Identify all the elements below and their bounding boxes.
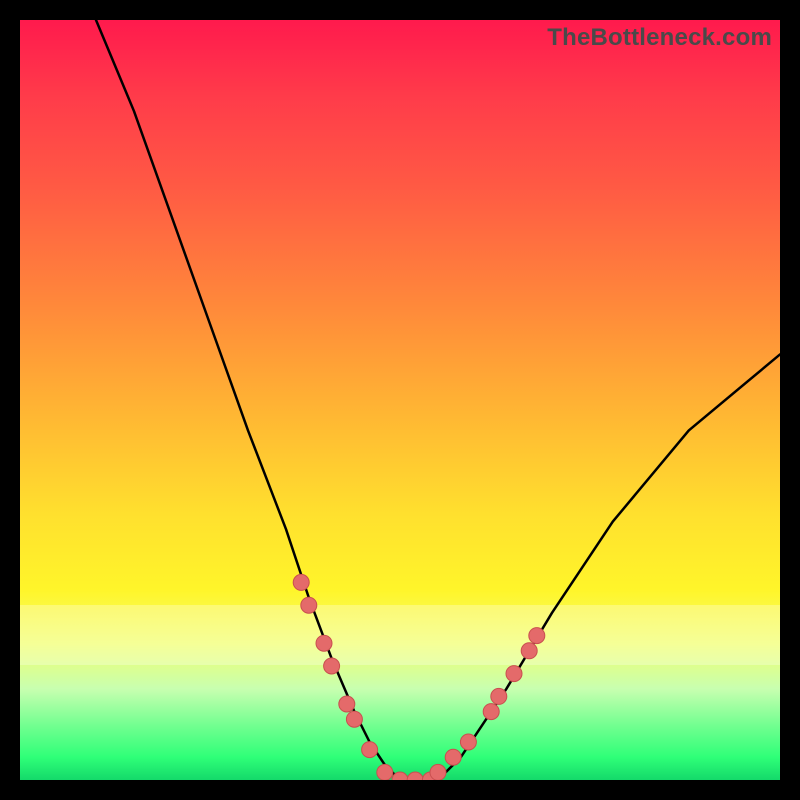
chart-frame: TheBottleneck.com [20,20,780,780]
chart-gradient-background [20,20,780,780]
watermark-text: TheBottleneck.com [547,24,772,52]
